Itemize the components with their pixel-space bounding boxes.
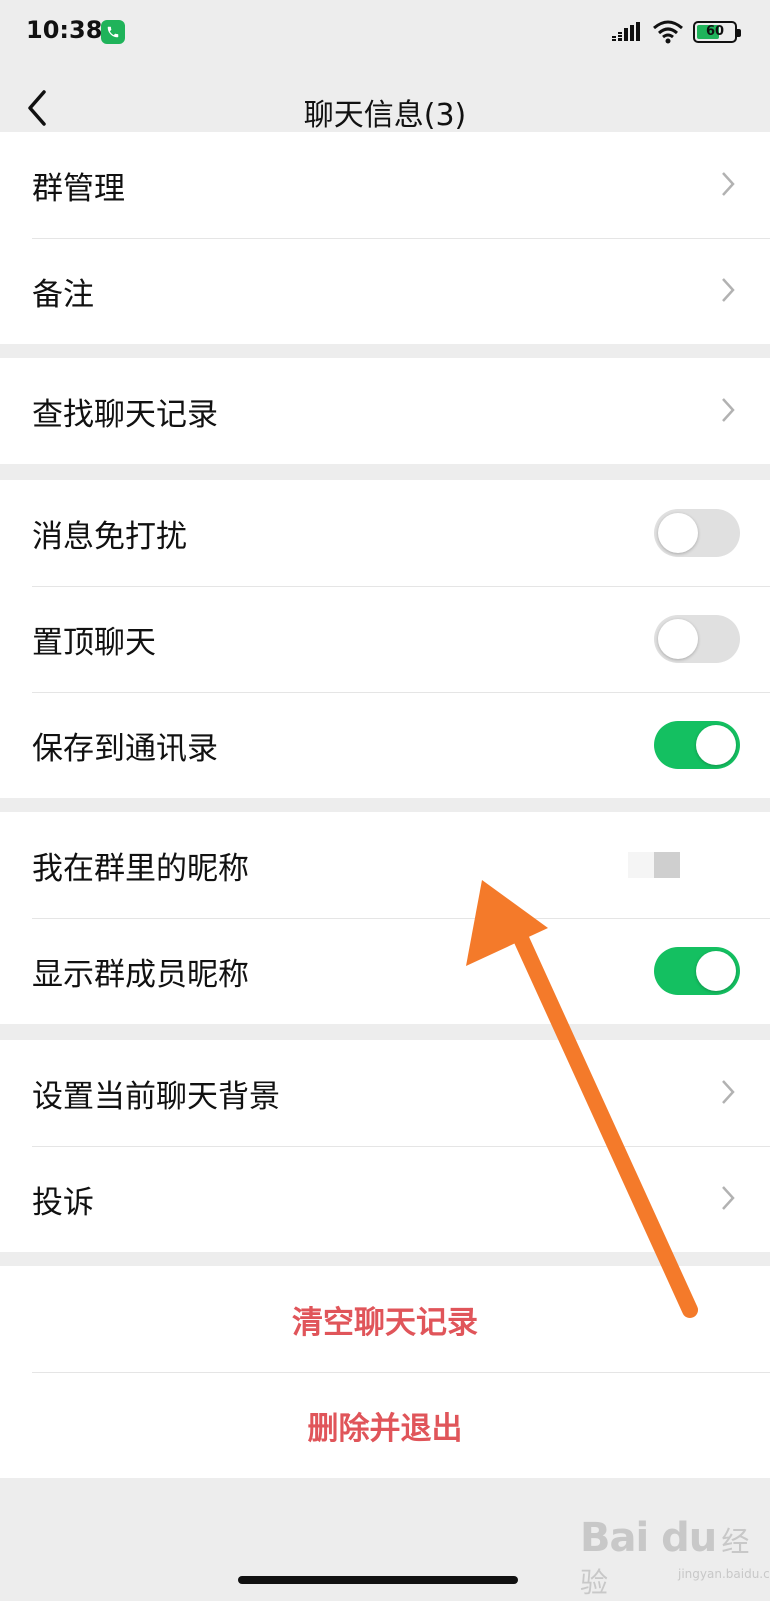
chevron-right-icon [722,1080,735,1104]
row-group-manage[interactable]: 群管理 [0,132,770,238]
row-label: 设置当前聊天背景 [32,1078,280,1115]
mute-toggle[interactable] [654,509,740,557]
group-search: 查找聊天记录 [0,358,770,464]
row-label: 群管理 [32,170,125,207]
row-label: 消息免打扰 [32,518,187,555]
row-label: 显示群成员昵称 [32,956,249,993]
pin-toggle[interactable] [654,615,740,663]
row-label: 查找聊天记录 [32,396,218,433]
row-label: 置顶聊天 [32,624,156,661]
chevron-right-icon [722,1186,735,1210]
row-show-member-nickname: 显示群成员昵称 [0,918,770,1024]
group-misc: 设置当前聊天背景 投诉 [0,1040,770,1252]
row-remark[interactable]: 备注 [0,238,770,344]
clear-history-button[interactable]: 清空聊天记录 [0,1266,770,1372]
group-management: 群管理 备注 [0,132,770,344]
row-label: 投诉 [32,1184,94,1221]
row-mute: 消息免打扰 [0,480,770,586]
nickname-value-mosaic [628,852,680,878]
chevron-right-icon [722,398,735,422]
baidu-watermark: Bai du 经验 [580,1515,770,1601]
row-my-nickname[interactable]: 我在群里的昵称 [0,812,770,918]
clear-history-label: 清空聊天记录 [292,1304,478,1341]
row-label: 备注 [32,276,94,313]
row-label: 我在群里的昵称 [32,850,249,887]
battery-icon: 60 [693,21,741,43]
row-set-background[interactable]: 设置当前聊天背景 [0,1040,770,1146]
chevron-right-icon [722,278,735,302]
group-toggles: 消息免打扰 置顶聊天 保存到通讯录 [0,480,770,798]
row-find-history[interactable]: 查找聊天记录 [0,358,770,464]
page-title: 聊天信息(3) [303,98,467,133]
row-complain[interactable]: 投诉 [0,1146,770,1252]
battery-label: 60 [705,24,725,39]
group-nickname: 我在群里的昵称 显示群成员昵称 [0,812,770,1024]
delete-exit-button[interactable]: 删除并退出 [0,1372,770,1478]
status-time: 10:38 [26,16,103,44]
group-actions: 清空聊天记录 删除并退出 [0,1266,770,1478]
save-contacts-toggle[interactable] [654,721,740,769]
chevron-right-icon [722,172,735,196]
row-label: 保存到通讯录 [32,730,218,767]
phone-call-icon [101,20,125,44]
signal-icon [612,22,642,46]
row-save-contacts: 保存到通讯录 [0,692,770,798]
watermark-brand: Bai du [580,1515,717,1561]
status-bar: 10:38 60 [0,0,770,64]
row-pin: 置顶聊天 [0,586,770,692]
delete-exit-label: 删除并退出 [307,1410,463,1447]
wifi-icon [652,20,684,48]
watermark-url: jingyan.baidu.com [678,1567,770,1581]
home-indicator[interactable] [238,1576,518,1584]
show-member-nickname-toggle[interactable] [654,947,740,995]
